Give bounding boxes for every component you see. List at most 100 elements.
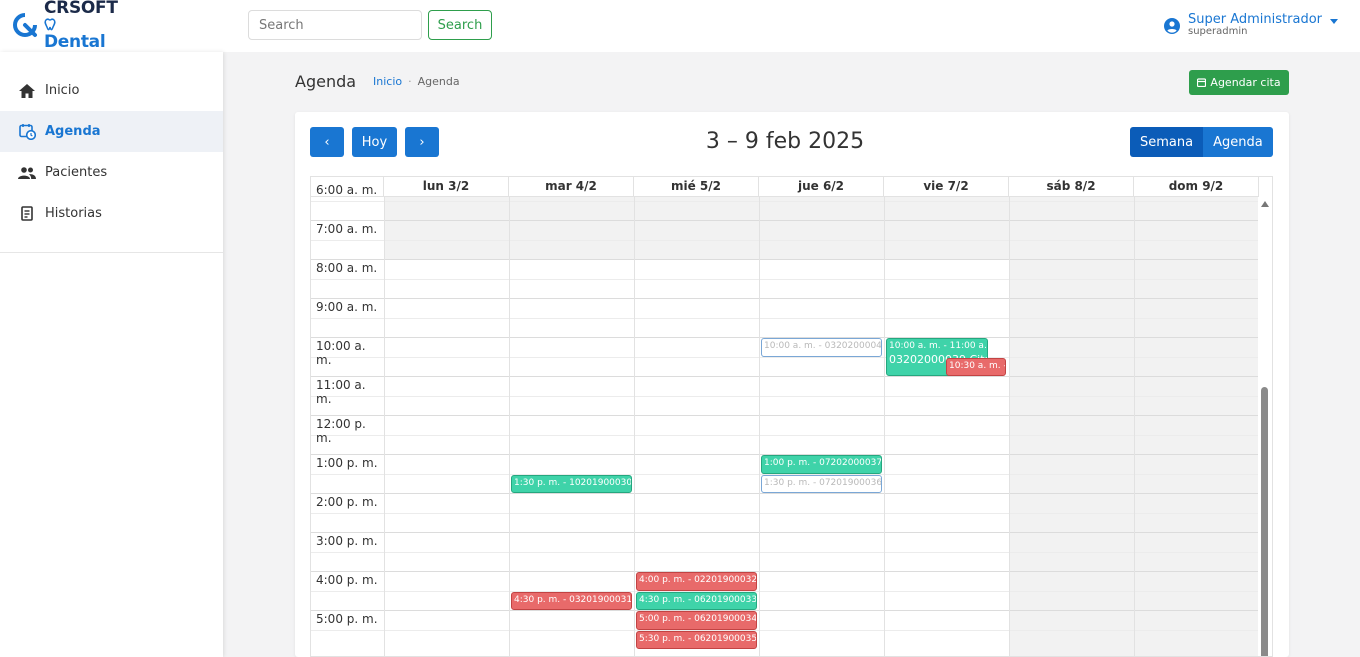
time-label: 2:00 p. m. [316, 495, 378, 509]
appointment-label: 10:30 a. m. - 03 [949, 360, 1005, 371]
appointment-event[interactable]: 1:00 p. m. - 07202000037 - [761, 455, 882, 474]
calendar-card: ‹ Hoy › 3 – 9 feb 2025 Semana Agenda 6:0… [295, 112, 1289, 657]
day-column-line [509, 197, 510, 656]
time-label: 5:00 p. m. [316, 612, 378, 626]
calendar-title: 3 – 9 feb 2025 [705, 129, 865, 154]
account-circle-icon [1164, 18, 1180, 34]
time-label: 11:00 a. m. [316, 378, 366, 406]
breadcrumb-current: Agenda [417, 75, 460, 88]
top-bar: CRSOFT Dental Search Super Administrador … [0, 0, 1360, 52]
day-header[interactable]: lun 3/2 [384, 177, 509, 197]
half-hour-line [311, 356, 1259, 358]
clipboard-icon [18, 205, 36, 223]
scroll-thumb[interactable] [1261, 387, 1268, 656]
unavailable-slot [1009, 197, 1134, 259]
appointment-event[interactable]: 10:30 a. m. - 03 [946, 357, 1006, 376]
scroll-up-arrow-icon[interactable] [1261, 201, 1269, 207]
appointment-event[interactable]: 1:30 p. m. - 07201900036 - [761, 474, 882, 493]
hour-line [311, 610, 1259, 611]
half-hour-line [311, 278, 1259, 280]
day-column-line [634, 197, 635, 656]
sidebar-item-label: Inicio [45, 83, 80, 98]
appointment-label: 4:30 p. m. - 03201900031 - [514, 594, 632, 605]
breadcrumb: Inicio · Agenda [373, 75, 460, 88]
day-header[interactable]: vie 7/2 [884, 177, 1009, 197]
hour-line [311, 259, 1259, 260]
appointment-label: 5:00 p. m. - 06201900034 - [639, 614, 757, 624]
sidebar-item-label: Agenda [45, 124, 101, 139]
hour-line [311, 532, 1259, 533]
day-header[interactable]: mié 5/2 [634, 177, 759, 197]
sidebar-nav: Inicio Agenda Pacientes Historias [0, 52, 223, 253]
day-header[interactable]: mar 4/2 [509, 177, 634, 197]
appointment-event[interactable]: 4:00 p. m. - 02201900032 - [636, 572, 757, 591]
unavailable-slot [1134, 197, 1259, 259]
day-header[interactable]: dom 9/2 [1134, 177, 1259, 197]
appointment-event[interactable]: 10:00 a. m. - 03202000040 - [761, 338, 882, 357]
day-column-line [884, 197, 885, 656]
appointment-label: 5:30 p. m. - 06201900035 - [639, 633, 757, 644]
time-label: 9:00 a. m. [316, 300, 378, 314]
breadcrumb-home-link[interactable]: Inicio [373, 75, 402, 88]
day-header[interactable]: sáb 8/2 [1009, 177, 1134, 197]
time-label: 4:00 p. m. [316, 573, 378, 587]
appointment-event[interactable]: 1:30 p. m. - 10201900030 - [511, 474, 632, 493]
user-name: Super Administrador [1188, 12, 1322, 27]
brand-name-blue: Dental [44, 32, 106, 52]
hour-line [311, 298, 1259, 299]
time-label: 1:00 p. m. [316, 456, 378, 470]
view-toggle: Semana Agenda [1130, 127, 1273, 157]
half-hour-line [311, 434, 1259, 436]
calendar-icon [1197, 78, 1207, 87]
sidebar-item-label: Pacientes [45, 165, 108, 180]
view-agenda-button[interactable]: Agenda [1203, 127, 1273, 157]
hour-line [311, 220, 1259, 221]
unavailable-slot [1009, 259, 1134, 656]
hour-line [311, 415, 1259, 416]
appointment-event[interactable]: 5:30 p. m. - 06201900035 - [636, 630, 757, 649]
calendar-clock-icon [18, 123, 36, 141]
sidebar-item-agenda[interactable]: Agenda [0, 111, 223, 152]
hour-line [311, 376, 1259, 377]
schedule-appointment-button[interactable]: Agendar cita [1189, 70, 1289, 95]
unavailable-slot [634, 197, 759, 259]
day-header[interactable]: jue 6/2 [759, 177, 884, 197]
time-label: 3:00 p. m. [316, 534, 378, 548]
appointment-event[interactable]: 5:00 p. m. - 06201900034 - [636, 611, 757, 630]
unavailable-slot [1134, 259, 1259, 656]
search-input[interactable] [248, 10, 422, 40]
user-info: Super Administrador superadmin [1188, 13, 1322, 37]
grid-scrollbar[interactable] [1258, 197, 1272, 656]
appointment-event[interactable]: 4:30 p. m. - 03201900031 - [511, 591, 632, 610]
sidebar-item-pacientes[interactable]: Pacientes [0, 152, 223, 193]
half-hour-line [311, 629, 1259, 631]
appointment-label: 1:30 p. m. - 07201900036 - [764, 477, 882, 488]
half-hour-line [311, 512, 1259, 514]
brand-logo[interactable]: CRSOFT Dental [12, 0, 118, 52]
week-grid[interactable]: 6:00 a. m. 7:00 a. m. 8:00 a. m. 9:00 a. m.… [310, 176, 1273, 657]
view-week-button[interactable]: Semana [1130, 127, 1204, 157]
day-column-line [1134, 197, 1135, 656]
time-label: 10:00 a. m. [316, 339, 366, 367]
time-label: 12:00 p. m. [316, 417, 366, 445]
search-button[interactable]: Search [428, 10, 492, 40]
appointment-label: 10:00 a. m. - 03202000040 - [764, 341, 882, 351]
unavailable-slot [884, 197, 1009, 259]
sidebar-item-historias[interactable]: Historias [0, 193, 223, 234]
hour-line [311, 493, 1259, 494]
sidebar-item-inicio[interactable]: Inicio [0, 70, 223, 111]
appointment-event[interactable]: 4:30 p. m. - 06201900033 - [636, 591, 757, 610]
day-column-line [1009, 197, 1010, 656]
half-hour-line [311, 551, 1259, 553]
half-hour-line [311, 590, 1259, 592]
day-column-line [384, 197, 385, 656]
half-hour-line [311, 239, 1259, 241]
people-icon [18, 164, 36, 182]
user-menu[interactable]: Super Administrador superadmin [1164, 13, 1338, 37]
half-hour-line [311, 317, 1259, 319]
appointment-label: 1:00 p. m. - 07202000037 - [764, 458, 882, 468]
tooth-icon [44, 18, 56, 31]
home-icon [18, 82, 36, 100]
half-hour-line [311, 200, 1259, 202]
brand-name: CRSOFT Dental [44, 0, 118, 52]
